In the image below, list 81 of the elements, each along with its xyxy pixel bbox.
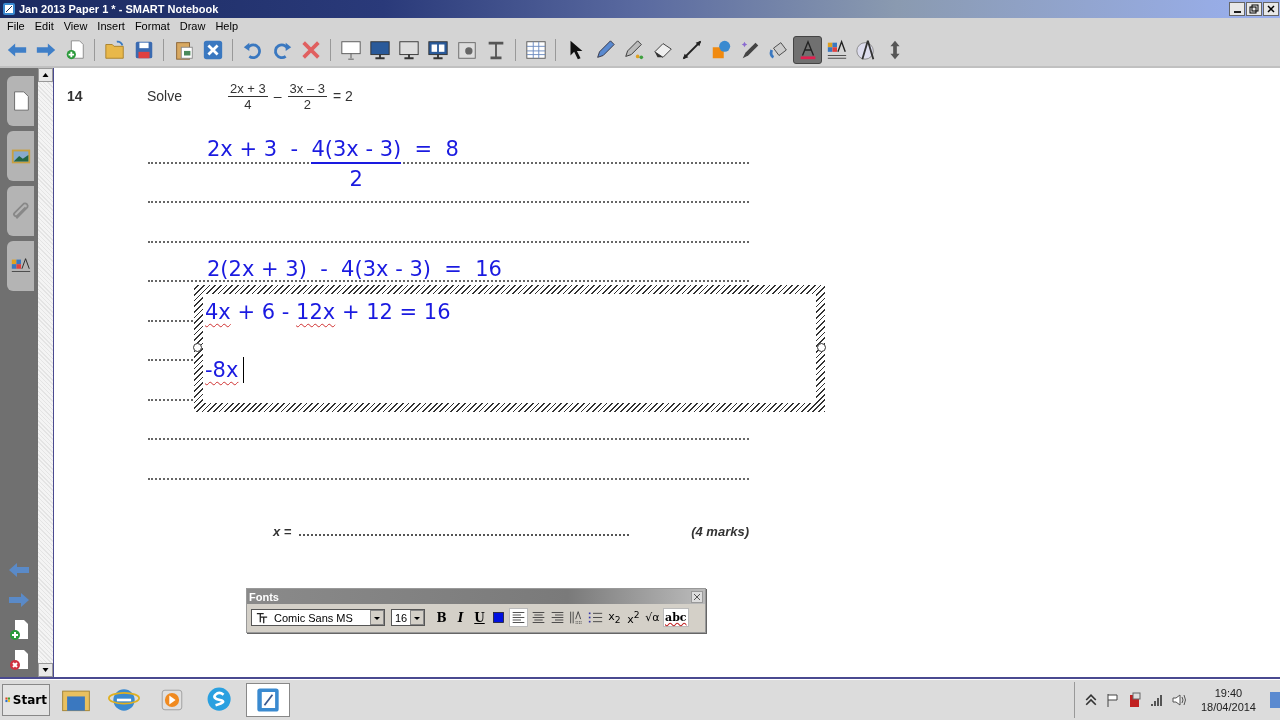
menu-item[interactable]: Edit (29, 20, 59, 32)
color-icon (491, 610, 506, 625)
minus-sign: – (273, 88, 282, 104)
clock[interactable]: 19:40 18/04/2014 (1200, 686, 1256, 714)
align-left-icon (511, 610, 526, 625)
font-dropdown[interactable]: Comic Sans MS (251, 609, 385, 626)
bullets-icon (588, 610, 603, 625)
minimize-button[interactable] (1229, 2, 1245, 16)
gallery-tab[interactable] (7, 131, 34, 181)
close-icon (692, 591, 702, 602)
superscript-button[interactable]: x$^{2}$ (625, 608, 642, 627)
question-number: 14 (67, 88, 84, 104)
properties-tab[interactable] (7, 241, 34, 291)
minimize-icon (1233, 11, 1241, 13)
equation-result: = 2 (333, 88, 353, 104)
page-sorter-tab[interactable] (7, 76, 34, 126)
typed-text: -8x (205, 358, 239, 382)
typed-text: 4x + 6 - 12x + 12 = 16 (205, 300, 451, 324)
toolbar-title: Fonts (249, 590, 279, 603)
folder-icon (103, 39, 126, 61)
window-title: Jan 2013 Paper 1 * - SMART Notebook (19, 3, 219, 15)
size-dropdown[interactable]: 16 (391, 609, 425, 626)
resize-handle[interactable] (193, 343, 202, 352)
align-center-icon (531, 610, 546, 625)
handwritten-text: 2x + 3 - (207, 135, 300, 163)
menu-item[interactable]: File (2, 20, 30, 32)
add-page-icon (7, 618, 31, 642)
monitor-grid-icon (397, 39, 420, 61)
spellcheck-button[interactable]: abc (663, 608, 689, 627)
text-box[interactable]: 4x + 6 - 12x + 12 = 16 -8x (194, 285, 825, 412)
menu-item[interactable]: Insert (92, 20, 130, 32)
text-tool-button[interactable] (793, 36, 822, 64)
denominator: 2 (303, 96, 311, 112)
menu-item[interactable]: View (58, 20, 93, 32)
underline-button[interactable]: U (471, 608, 488, 627)
close-button[interactable] (1263, 2, 1279, 16)
compass-icon (854, 39, 877, 61)
restore-icon (1249, 4, 1259, 14)
font-icon (256, 611, 268, 624)
align-left-button[interactable] (509, 608, 528, 627)
line-icon (680, 39, 703, 61)
close-icon (1266, 4, 1276, 14)
projector-screen-icon (339, 39, 362, 61)
maximize-button[interactable] (1246, 2, 1262, 16)
handwritten-text: 2(2x + 3) - 4(3x - 3) = 16 (207, 256, 502, 282)
subscript-button[interactable]: x$_{2}$ (606, 608, 623, 627)
monitor-icon (368, 39, 391, 61)
handwritten-denominator: 2 (348, 165, 364, 192)
marks-label: (4 marks) (691, 523, 749, 539)
properties-icon (825, 39, 848, 61)
text-cursor (243, 357, 245, 383)
flag-icon[interactable] (1104, 692, 1121, 708)
scroll-up-button[interactable] (38, 68, 53, 82)
delete-page-icon (7, 648, 31, 672)
denominator: 4 (244, 96, 252, 112)
notebook-icon (2, 2, 16, 16)
camera-icon (455, 39, 478, 61)
creative-pen-icon (622, 39, 645, 61)
resize-handle[interactable] (817, 343, 826, 352)
numerator: 3x – 3 (287, 80, 327, 97)
menu-item[interactable]: Format (129, 20, 175, 32)
line-spacing-icon (569, 610, 584, 625)
bold-button[interactable]: B (433, 608, 450, 627)
table-icon (524, 39, 547, 61)
paint-bucket-icon (767, 39, 790, 61)
notebook-taskbar-button[interactable] (246, 683, 290, 717)
question-prompt: Solve (147, 88, 184, 104)
handwritten-text: = 8 (413, 135, 459, 163)
answer-label: x = (273, 523, 292, 539)
math-button[interactable]: √α (644, 608, 661, 627)
align-right-icon (550, 610, 565, 625)
scroll-down-button[interactable] (38, 663, 53, 677)
close-box-icon (201, 39, 224, 61)
numerator: 2x + 3 (228, 80, 268, 97)
menu-item[interactable]: Draw (174, 20, 211, 32)
menu-item[interactable]: Help (210, 20, 243, 32)
dual-screen-icon (426, 39, 449, 61)
start-button[interactable]: Start (2, 684, 50, 716)
italic-button[interactable]: I (452, 608, 469, 627)
signal-icon[interactable] (1148, 692, 1165, 708)
volume-icon[interactable] (1170, 692, 1187, 708)
